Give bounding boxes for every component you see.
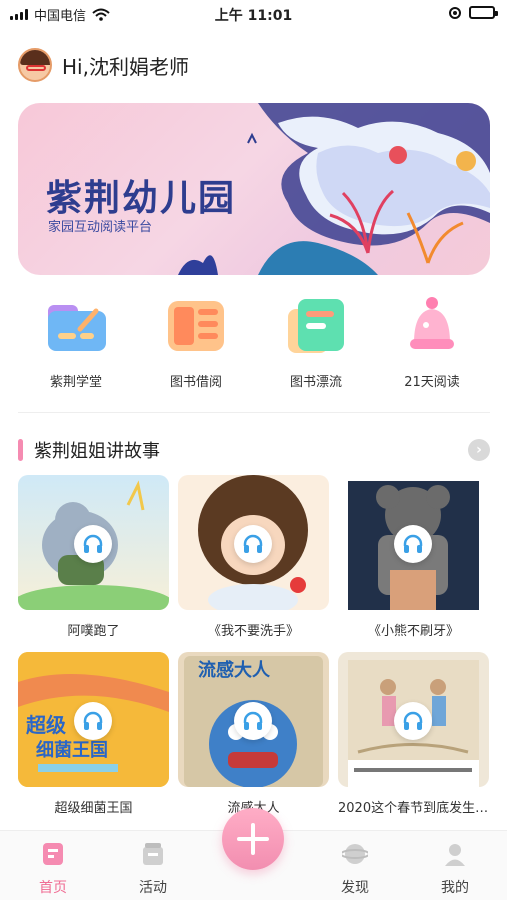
story-title: 《我不要洗手》 xyxy=(207,624,299,639)
clock: 上午 11:01 xyxy=(214,8,293,24)
story-card[interactable]: 《我不要洗手》 xyxy=(178,475,329,639)
story-thumbnail xyxy=(18,475,169,610)
more-arrow-icon[interactable]: › xyxy=(468,439,490,461)
tab-home[interactable]: 首页 xyxy=(18,841,88,897)
rotation-lock-icon xyxy=(449,6,461,19)
quick-item-label: 21天阅读 xyxy=(404,375,460,390)
greeting-text: Hi,沈利娟老师 xyxy=(62,54,189,79)
book-drift-icon xyxy=(284,295,348,355)
story-card[interactable]: 流感大人 流感大人 xyxy=(178,652,329,816)
headphones-icon[interactable] xyxy=(394,525,432,563)
profile-icon xyxy=(442,841,468,867)
quick-item-label: 紫荆学堂 xyxy=(49,375,102,390)
avatar[interactable] xyxy=(18,48,52,82)
quick-item-21day-reading[interactable]: 21天阅读 xyxy=(382,295,482,390)
tab-label: 发现 xyxy=(341,880,369,896)
home-icon xyxy=(40,841,66,867)
status-bar: 中国电信 上午 11:01 xyxy=(0,0,507,28)
headphones-icon[interactable] xyxy=(234,702,272,740)
quick-item-label: 图书借阅 xyxy=(169,375,222,390)
tab-label: 我的 xyxy=(441,880,469,896)
story-title: 《小熊不刷牙》 xyxy=(367,624,459,639)
story-thumbnail xyxy=(338,652,489,787)
story-card[interactable]: 阿噗跑了 xyxy=(18,475,169,639)
bell-icon xyxy=(400,295,464,355)
story-card[interactable]: 超级 细菌王国 超级细菌王国 xyxy=(18,652,169,816)
section-title: 紫荆姐姐讲故事 xyxy=(34,441,160,462)
quick-menu: 紫荆学堂 图书借阅 图书漂流 21天阅读 xyxy=(18,295,490,395)
svg-text:细菌王国: 细菌王国 xyxy=(36,739,108,761)
quick-item-label: 图书漂流 xyxy=(289,375,342,390)
discover-icon xyxy=(340,841,370,867)
quick-item-book-borrow[interactable]: 图书借阅 xyxy=(146,295,246,390)
tab-label: 首页 xyxy=(39,880,67,896)
quick-item-classroom[interactable]: 紫荆学堂 xyxy=(26,295,126,390)
classroom-icon xyxy=(44,295,108,355)
banner-title: 紫荆幼儿园 xyxy=(46,178,237,219)
section-header: 紫荆姐姐讲故事 › xyxy=(18,437,490,463)
story-title: 2020这个春节到底发生了什么 xyxy=(338,801,489,816)
book-borrow-icon xyxy=(164,295,228,355)
story-thumbnail xyxy=(338,475,489,610)
story-title: 阿噗跑了 xyxy=(67,624,120,639)
greeting: Hi,沈利娟老师 xyxy=(18,48,189,82)
banner-subtitle: 家园互动阅读平台 xyxy=(48,220,153,235)
story-card[interactable]: 2020这个春节到底发生了什么 xyxy=(338,652,489,816)
story-thumbnail: 流感大人 xyxy=(178,652,329,787)
section-accent-bar xyxy=(18,439,23,461)
headphones-icon[interactable] xyxy=(74,702,112,740)
activity-icon xyxy=(140,841,166,867)
tab-discover[interactable]: 发现 xyxy=(320,841,390,897)
story-thumbnail: 超级 细菌王国 xyxy=(18,652,169,787)
tab-activity[interactable]: 活动 xyxy=(118,841,188,897)
story-title: 超级细菌王国 xyxy=(54,801,133,816)
headphones-icon[interactable] xyxy=(394,702,432,740)
svg-text:超级: 超级 xyxy=(25,713,66,737)
divider xyxy=(18,412,490,413)
battery-icon xyxy=(469,6,498,19)
add-button[interactable] xyxy=(222,808,284,870)
tab-label: 活动 xyxy=(139,880,167,896)
story-card[interactable]: 《小熊不刷牙》 xyxy=(338,475,489,639)
banner[interactable]: 紫荆幼儿园 家园互动阅读平台 xyxy=(18,103,490,275)
headphones-icon[interactable] xyxy=(74,525,112,563)
story-thumbnail xyxy=(178,475,329,610)
svg-text:流感大人: 流感大人 xyxy=(198,659,271,681)
tab-profile[interactable]: 我的 xyxy=(420,841,490,897)
headphones-icon[interactable] xyxy=(234,525,272,563)
quick-item-book-drift[interactable]: 图书漂流 xyxy=(266,295,366,390)
